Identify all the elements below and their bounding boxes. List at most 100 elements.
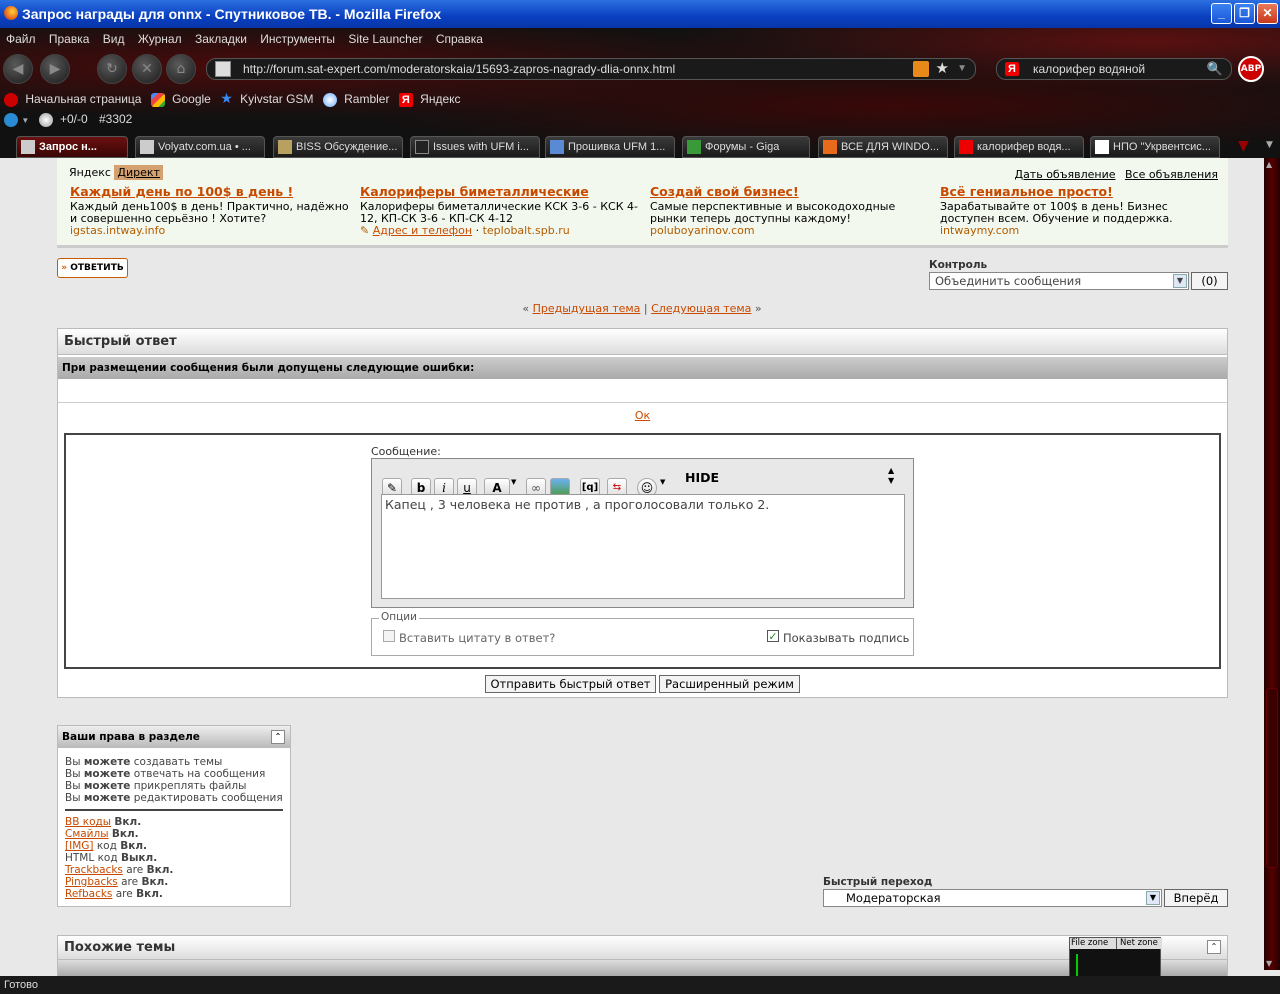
reply-button-label: ОТВЕТИТЬ [70,263,124,273]
collapse-icon[interactable]: ⌃ [1207,940,1221,954]
tab-favicon [687,140,701,154]
ad-text: Зарабатывайте от 100$ в день! Бизнес дос… [940,200,1173,225]
ad-url[interactable]: intwaymy.com [940,225,1220,237]
quick-jump-label: Быстрый переход [823,876,933,888]
ad-url[interactable]: teplobalt.spb.ru [483,224,570,237]
message-textarea[interactable]: Капец , 3 человека не против , а проголо… [381,494,905,599]
home-button[interactable]: ⌂ [166,54,196,84]
quick-jump-go-button[interactable]: Вперёд [1164,889,1228,907]
kyivstar-icon: ★ [220,90,233,106]
code-item: Refbacks are Вкл. [65,888,163,900]
menu-site-launcher[interactable]: Site Launcher [348,32,422,46]
reload-button[interactable]: ↻ [97,54,127,84]
addon-icon[interactable] [4,112,18,127]
signature-checkbox[interactable]: ✓ [767,630,779,642]
quote-checkbox[interactable] [383,630,395,642]
menu-tools[interactable]: Инструменты [260,32,335,46]
tab-yandex-search[interactable]: калорифер водя... [954,136,1084,158]
tab-active[interactable]: Запрос н... [16,136,128,158]
chevron-down-icon: ▼ [1173,274,1187,288]
tab-label: Issues with UFM i... [433,141,529,153]
adblock-plus-icon[interactable]: ABP [1238,56,1264,82]
menu-help[interactable]: Справка [436,32,483,46]
ok-link[interactable]: Ок [635,409,650,422]
star-icon[interactable]: ★ [936,59,949,79]
scroll-down-icon[interactable]: ▼ [1266,959,1272,968]
bookmark-google[interactable]: Google [172,92,211,106]
ad-address-link[interactable]: Адрес и телефон [373,224,472,237]
addon-id: #3302 [98,112,133,126]
menu-view[interactable]: Вид [103,32,125,46]
quick-reply-title: Быстрый ответ [58,329,1227,355]
minimize-button[interactable]: _ [1211,3,1232,24]
tab-list-icon[interactable]: ▼ [1238,138,1249,154]
color-dropdown-icon[interactable]: ▼ [511,478,516,486]
submit-quick-reply-button[interactable]: Отправить быстрый ответ [485,675,656,693]
collapse-icon[interactable]: ⌃ [271,730,285,744]
ad-title[interactable]: Каждый день по 100$ в день ! [70,185,350,198]
close-button[interactable]: ✕ [1257,3,1278,24]
hide-button[interactable]: HIDE [685,470,719,486]
bookmark-kyivstar[interactable]: Kyivstar GSM [240,92,313,106]
ad-item: Создай свой бизнес! Самые перспективные … [650,185,930,237]
addon-counter: +0/-0 [59,112,88,126]
tab-biss[interactable]: BISS Обсуждение... [273,136,403,158]
ad-url[interactable]: igstas.intway.info [70,225,350,237]
ball-icon [38,112,53,127]
search-go-icon[interactable]: 🔍 [1207,59,1223,79]
advanced-mode-button[interactable]: Расширенный режим [659,675,800,693]
tab-favicon [140,140,154,154]
scroll-up-icon[interactable]: ▲ [1266,160,1272,169]
tab-volyatv[interactable]: Volyatv.com.ua • ... [135,136,265,158]
moderation-select[interactable]: Объединить сообщения ▼ [929,272,1189,290]
tab-windows[interactable]: ВСЕ ДЛЯ WINDO... [818,136,948,158]
search-bar[interactable]: Я калорифер водяной 🔍 [996,58,1232,80]
tab-overflow-icon[interactable]: ▼ [1266,140,1273,150]
yandex-search-icon[interactable]: Я [1005,62,1019,76]
tab-ufm-issues[interactable]: Issues with UFM i... [410,136,540,158]
moderation-go-button[interactable]: (0) [1191,272,1228,290]
ad-url[interactable]: poluboyarinov.com [650,225,930,237]
smilie-dropdown-icon[interactable]: ▼ [660,478,665,486]
bookmark-yandex[interactable]: Яндекс [420,92,460,106]
rss-icon[interactable] [913,61,929,77]
bookmark-home[interactable]: Начальная страница [25,92,141,106]
bookmark-rambler[interactable]: Rambler [344,92,389,106]
url-text: http://forum.sat-expert.com/moderatorska… [243,62,676,76]
all-ads-link[interactable]: Все объявления [1125,168,1218,181]
menu-file[interactable]: Файл [6,32,36,46]
google-icon [150,92,165,107]
quick-jump-select[interactable]: Модераторская ▼ [823,889,1162,907]
ad-title[interactable]: Всё гениальное просто! [940,185,1220,198]
menu-history[interactable]: Журнал [138,32,182,46]
url-bar[interactable]: http://forum.sat-expert.com/moderatorska… [206,58,976,80]
stop-button[interactable]: ✕ [132,54,162,84]
menu-bookmarks[interactable]: Закладки [195,32,247,46]
site-favicon [215,61,231,77]
scrollbar-thumb[interactable] [1266,688,1278,868]
dropdown-arrow-icon[interactable]: ▼ [957,59,967,79]
ad-title[interactable]: Калориферы биметаллические [360,185,640,198]
rambler-icon [322,92,337,107]
tab-ufm-firmware[interactable]: Прошивка UFM 1... [545,136,675,158]
tab-ukrvent[interactable]: НПО "Укрвентсис... [1090,136,1220,158]
control-label: Контроль [929,259,988,271]
menu-edit[interactable]: Правка [49,32,90,46]
file-zone-label: File zone [1070,938,1116,949]
next-thread-link[interactable]: Следующая тема [651,302,751,315]
forward-button[interactable]: ▶ [40,54,70,84]
give-ad-link[interactable]: Дать объявление [1014,168,1115,181]
addon-dropdown-icon[interactable]: ▼ [21,116,29,125]
rights-title-text: Ваши права в разделе [62,731,200,743]
prev-thread-link[interactable]: Предыдущая тема [533,302,641,315]
vertical-scrollbar[interactable]: ▲ ▼ [1264,158,1280,970]
reply-button[interactable]: » ОТВЕТИТЬ [57,258,128,278]
tab-giga[interactable]: Форумы - Giga [682,136,810,158]
ads-brand-direct[interactable]: Директ [114,165,163,180]
ad-text: Самые перспективные и высокодоходные рын… [650,200,896,225]
maximize-button[interactable]: ❐ [1234,3,1255,24]
resize-icon[interactable]: ▲ ▼ [888,466,894,486]
ad-title[interactable]: Создай свой бизнес! [650,185,930,198]
codes-list: BB коды Вкл. Смайлы Вкл. [IMG] код Вкл. … [58,816,290,900]
back-button[interactable]: ◀ [3,54,33,84]
